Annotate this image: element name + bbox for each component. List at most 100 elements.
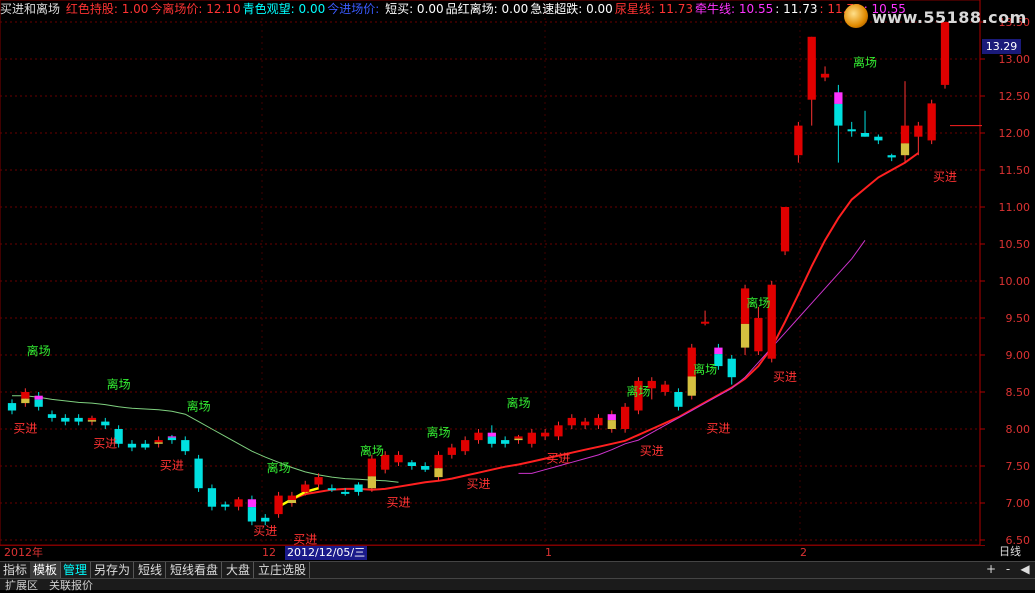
- header-indicator-3: 今进场价:: [327, 2, 384, 16]
- tab-linked-quote[interactable]: 关联报价: [46, 577, 96, 593]
- candle-body: [234, 499, 243, 507]
- candle-body-lower: [167, 437, 177, 441]
- current-price-label: 13.29: [982, 39, 1021, 54]
- candle-body: [167, 436, 177, 438]
- candlestick-chart[interactable]: 6.50 7.00 7.50 8.00 8.50 9.00 9.50 10.00 10.50 11…: [0, 0, 1035, 545]
- cursor-date: 2012/12/05/三: [285, 546, 368, 560]
- candle-body: [21, 392, 30, 399]
- candle-body: [754, 318, 763, 352]
- candle-body: [834, 92, 843, 104]
- buy-signal-label: 买进: [387, 496, 411, 510]
- y-tick-label: 7.50: [1006, 460, 1031, 473]
- y-tick-label: 10.50: [999, 238, 1031, 251]
- candle-body-lower: [607, 420, 616, 429]
- candle-body-lower: [154, 442, 163, 444]
- bottom-tabbar: 扩展区 关联报价: [0, 577, 1035, 593]
- candle-body-lower: [900, 143, 910, 156]
- header-indicator-8: 牵牛线: 10.55: [695, 2, 774, 16]
- y-tick-label: 9.50: [1006, 312, 1031, 325]
- candle-body: [914, 125, 923, 137]
- candle-body: [354, 484, 363, 492]
- candle-body: [34, 395, 43, 400]
- scroll-left-button[interactable]: ◀: [1018, 563, 1032, 576]
- candle-body: [874, 136, 883, 141]
- indicator-header: 买进和离场 红色持股: 1.00 今离场价: 12.10 青色观望: 0.00 今进场…: [0, 0, 980, 18]
- buy-signal-label: 买进: [640, 444, 664, 458]
- candle-body-lower: [367, 476, 377, 489]
- candle-body: [301, 484, 310, 492]
- time-axis-tick-feb: 2: [800, 546, 807, 559]
- buy-signal-label: 买进: [253, 524, 277, 538]
- candle-body: [794, 125, 803, 156]
- header-indicator-9: : 11.73: [775, 2, 818, 16]
- candle-body: [514, 436, 523, 439]
- candle-body: [274, 495, 283, 515]
- buy-signal-label: 买进: [706, 422, 730, 436]
- zoom-in-button[interactable]: +: [984, 563, 998, 576]
- header-indicator-5: 品红离场: 0.00: [445, 2, 529, 16]
- candle-body: [141, 443, 150, 448]
- candle-body-lower: [287, 500, 297, 503]
- buy-signal-label: 买进: [546, 451, 570, 465]
- time-axis: 2012年 12 2012/12/05/三 1 2: [0, 545, 985, 560]
- candle-body: [341, 491, 350, 494]
- candle-body: [567, 417, 576, 426]
- y-tick-label: 12.00: [999, 127, 1031, 140]
- buy-signal-label: 买进: [466, 477, 490, 491]
- tab-save-as[interactable]: 另存为: [91, 562, 135, 579]
- candle-body: [620, 406, 630, 429]
- buy-signal-label: 买进: [933, 170, 957, 184]
- buy-signal-label: 买进: [160, 459, 184, 473]
- candle-body: [780, 207, 790, 252]
- tab-stock-picker[interactable]: 立庄选股: [255, 562, 311, 579]
- gold-coin-icon: [844, 4, 868, 28]
- exit-signal-label: 离场: [506, 395, 530, 410]
- candle-body: [607, 414, 616, 421]
- zoom-out-button[interactable]: -: [1001, 563, 1015, 576]
- y-tick-label: 8.50: [1006, 386, 1031, 399]
- period-selector[interactable]: 日线: [985, 545, 1035, 559]
- exit-signal-label: 离场: [746, 295, 770, 310]
- exit-signal-label: 离场: [853, 54, 877, 69]
- candle-body: [261, 517, 270, 522]
- candle-body: [820, 73, 830, 78]
- formula-toolbar: 指标 模板 管理 另存为 短线 短线看盘 大盘 立庄选股: [0, 561, 1035, 579]
- tab-market[interactable]: 大盘: [223, 562, 255, 579]
- exit-signal-label: 离场: [427, 424, 451, 439]
- candle-body-lower: [21, 398, 30, 404]
- time-axis-tick-dec: 12: [262, 546, 276, 559]
- header-indicator-4: 短买: 0.00: [385, 2, 444, 16]
- tab-extension[interactable]: 扩展区: [2, 577, 41, 593]
- header-indicator-6: 急速超跌: 0.00: [530, 2, 613, 16]
- exit-signal-label: 离场: [267, 460, 291, 475]
- tab-short-line[interactable]: 短线: [135, 562, 167, 579]
- candle-body: [101, 421, 110, 426]
- candle-body: [127, 443, 137, 448]
- candle-body: [700, 321, 710, 324]
- candle-body: [527, 432, 536, 444]
- candle-body: [421, 466, 430, 470]
- candle-body-lower: [434, 468, 443, 478]
- candle-body: [247, 499, 257, 508]
- candle-body: [860, 133, 870, 137]
- y-tick-label: 7.00: [1006, 497, 1031, 510]
- y-tick-label: 6.50: [1006, 534, 1031, 545]
- candle-body: [714, 347, 723, 355]
- candle-body: [847, 129, 856, 132]
- formula-title[interactable]: 买进和离场: [0, 2, 60, 16]
- tab-short-line-watch[interactable]: 短线看盘: [167, 562, 223, 579]
- watermark-logo: www.55188.com: [840, 2, 1026, 32]
- candle-body: [327, 488, 337, 491]
- candle-body: [927, 103, 936, 141]
- exit-signal-label: 离场: [187, 399, 211, 414]
- candle-body: [447, 447, 456, 455]
- exit-signal-label: 离场: [27, 343, 51, 358]
- candle-body: [87, 417, 97, 421]
- buy-signal-label: 买进: [13, 422, 37, 436]
- candle-body: [554, 425, 563, 437]
- candle-body: [194, 458, 203, 489]
- header-indicator-1: 今离场价: 12.10: [150, 2, 241, 16]
- candle-body: [727, 358, 736, 378]
- candle-body: [580, 421, 590, 426]
- candle-body-lower: [247, 507, 257, 522]
